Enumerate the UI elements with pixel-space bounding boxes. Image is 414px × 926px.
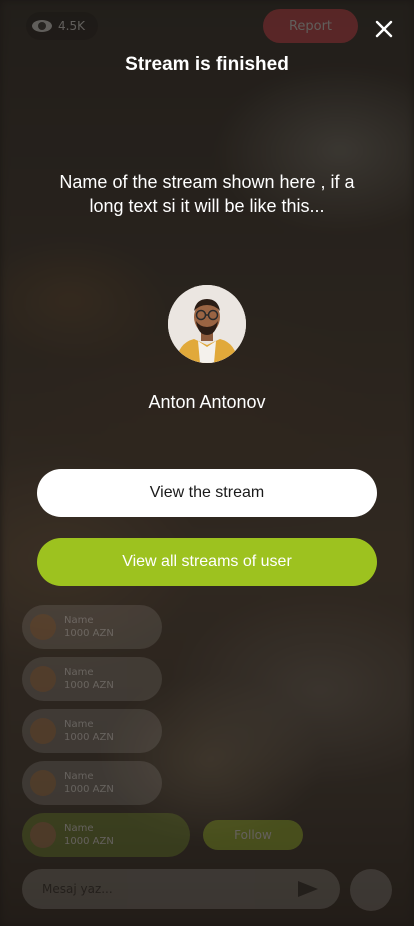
send-icon	[298, 881, 318, 897]
chat-avatar	[30, 770, 56, 796]
chat-amount: 1000 AZN	[64, 836, 114, 847]
chat-item: Name 1000 AZN	[22, 605, 162, 649]
chat-avatar	[30, 718, 56, 744]
chat-avatar	[30, 666, 56, 692]
chat-name: Name	[64, 771, 94, 782]
view-stream-button[interactable]: View the stream	[37, 469, 377, 517]
close-icon[interactable]	[372, 17, 396, 41]
chat-amount: 1000 AZN	[64, 784, 114, 795]
chat-name: Name	[64, 719, 94, 730]
follow-button: Follow	[203, 820, 303, 850]
page-title: Stream is finished	[125, 54, 289, 75]
chat-name: Name	[64, 823, 94, 834]
follow-label: Follow	[234, 828, 272, 842]
report-label: Report	[288, 18, 333, 34]
viewer-count-text: 4.5K	[58, 19, 85, 33]
chat-avatar	[30, 614, 56, 640]
chat-item: Name 1000 AZN	[22, 657, 162, 701]
chat-name: Name	[64, 615, 94, 626]
report-button: Report	[263, 9, 358, 43]
chat-amount: 1000 AZN	[64, 680, 114, 691]
avatar[interactable]	[168, 285, 246, 363]
eye-icon	[32, 20, 52, 32]
chat-avatar	[30, 822, 56, 848]
stream-name: Name of the stream shown here , if a lon…	[59, 172, 355, 216]
chat-name: Name	[64, 667, 94, 678]
message-input: Mesaj yaz...	[22, 869, 340, 909]
user-name: Anton Antonov	[148, 392, 266, 412]
view-all-streams-button[interactable]: View all streams of user	[37, 538, 377, 586]
chat-item: Name 1000 AZN	[22, 761, 162, 805]
share-icon	[350, 869, 392, 911]
chat-item: Name 1000 AZN	[22, 813, 190, 857]
message-placeholder: Mesaj yaz...	[42, 882, 113, 896]
chat-amount: 1000 AZN	[64, 732, 114, 743]
chat-item: Name 1000 AZN	[22, 709, 162, 753]
viewer-count: 4.5K	[26, 12, 98, 40]
chat-amount: 1000 AZN	[64, 628, 114, 639]
